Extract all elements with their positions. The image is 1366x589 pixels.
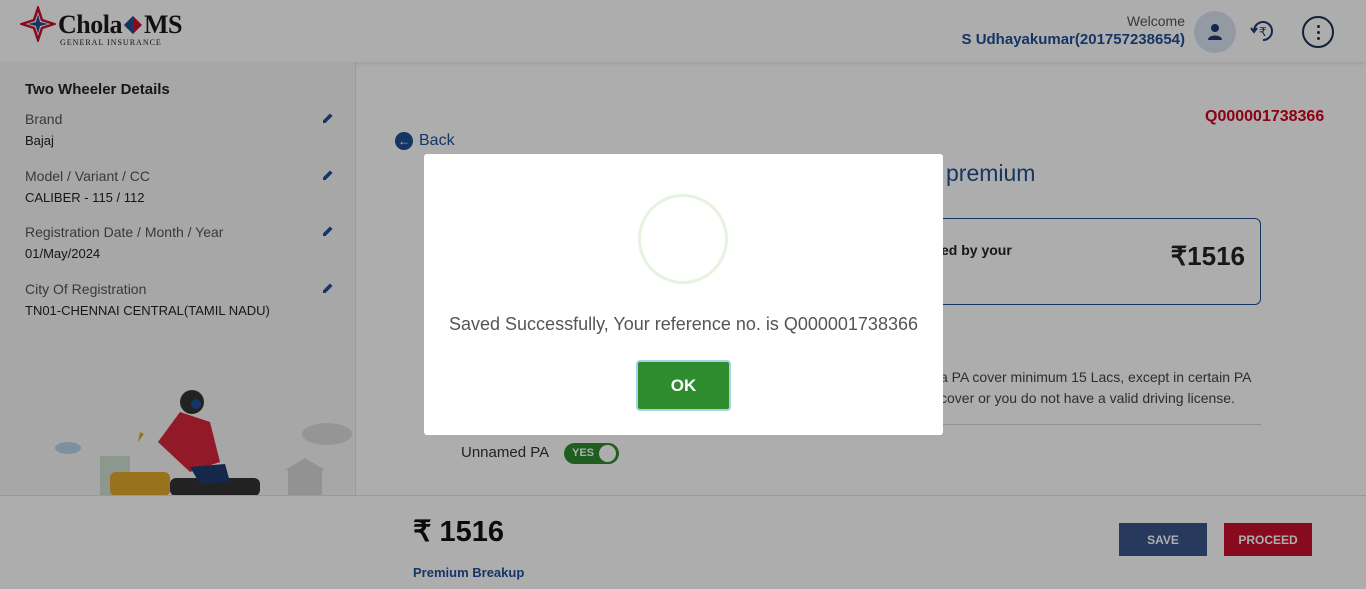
dialog-message: Saved Successfully, Your reference no. i… (449, 314, 918, 334)
ok-button[interactable]: OK (636, 360, 731, 411)
save-success-dialog: Saved Successfully, Your reference no. i… (424, 154, 943, 435)
success-circle-icon (638, 194, 728, 284)
